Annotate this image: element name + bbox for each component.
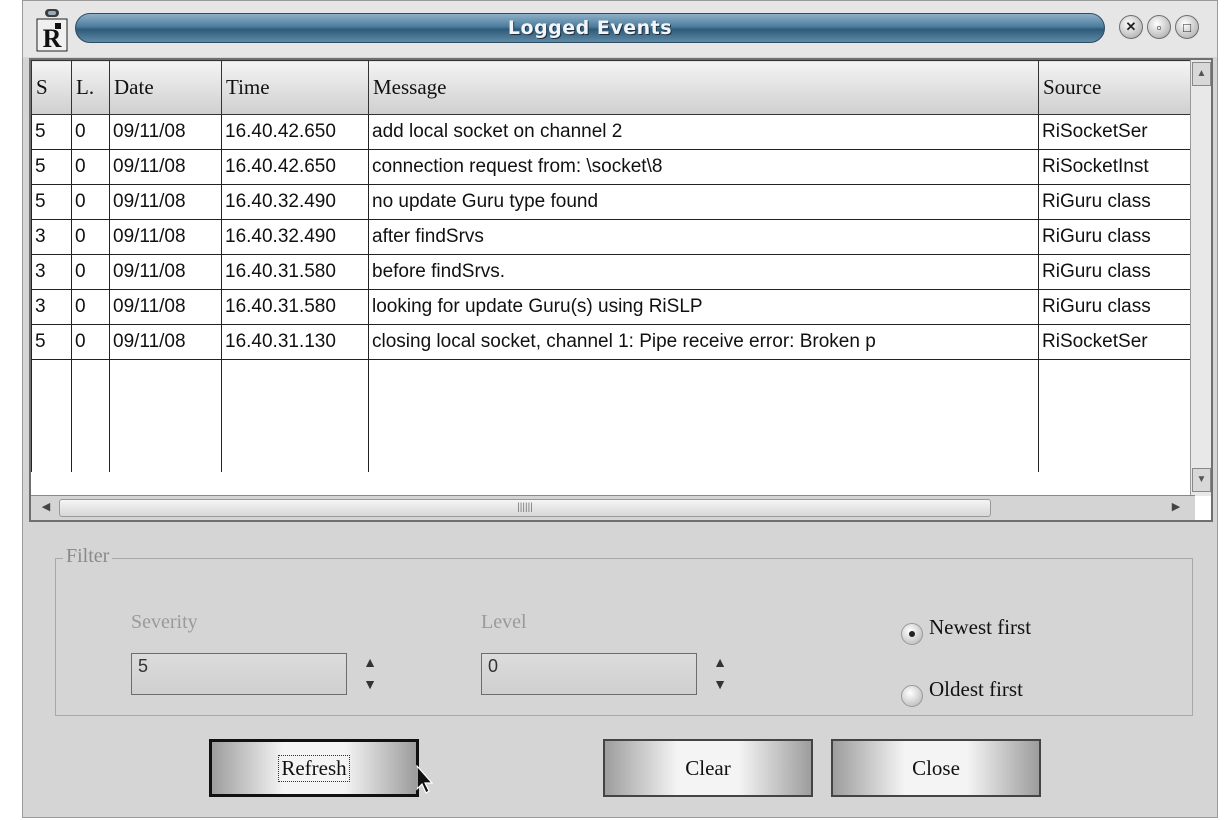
empty-row xyxy=(31,359,1194,472)
table-header-row: S L. Date Time Message Source xyxy=(31,60,1194,115)
cell-message: closing local socket, channel 1: Pipe re… xyxy=(368,324,1039,360)
events-grid[interactable]: S L. Date Time Message Source 5 0 09/11/… xyxy=(29,58,1213,522)
table-row[interactable]: 3 0 09/11/08 16.40.31.580 before findSrv… xyxy=(31,254,1194,290)
cell-severity: 5 xyxy=(31,184,72,220)
table-row[interactable]: 3 0 09/11/08 16.40.31.580 looking for up… xyxy=(31,289,1194,325)
level-input[interactable]: 0 xyxy=(481,653,697,695)
clear-button-label: Clear xyxy=(685,755,731,780)
scroll-down-icon[interactable]: ▼ xyxy=(1192,468,1211,492)
column-header-time[interactable]: Time xyxy=(221,60,369,115)
cell-level: 0 xyxy=(71,324,110,360)
cell-level: 0 xyxy=(71,149,110,185)
horizontal-scrollbar[interactable]: ◀ |||||| ▶ xyxy=(31,495,1195,520)
oldest-first-radio[interactable] xyxy=(901,685,923,707)
cell-date: 09/11/08 xyxy=(109,324,222,360)
spin-up-icon[interactable]: ▲ xyxy=(709,651,731,673)
table-row[interactable]: 5 0 09/11/08 16.40.32.490 no update Guru… xyxy=(31,184,1194,220)
title-pill: Logged Events xyxy=(75,13,1105,43)
cell-level: 0 xyxy=(71,289,110,325)
cell-date: 09/11/08 xyxy=(109,184,222,220)
table-row[interactable]: 5 0 09/11/08 16.40.31.130 closing local … xyxy=(31,324,1194,360)
cell-message: before findSrvs. xyxy=(368,254,1039,290)
newest-first-label[interactable]: Newest first xyxy=(929,615,1031,640)
table-row[interactable]: 5 0 09/11/08 16.40.42.650 add local sock… xyxy=(31,114,1194,150)
cell-severity: 5 xyxy=(31,149,72,185)
filter-legend: Filter xyxy=(63,545,113,568)
cell-severity: 3 xyxy=(31,254,72,290)
table-row[interactable]: 3 0 09/11/08 16.40.32.490 after findSrvs… xyxy=(31,219,1194,255)
refresh-button[interactable]: Refresh xyxy=(209,739,419,797)
cell-source: RiGuru class xyxy=(1038,289,1194,325)
cell-time: 16.40.32.490 xyxy=(221,184,369,220)
horizontal-scroll-thumb[interactable]: |||||| xyxy=(59,499,991,517)
column-header-message[interactable]: Message xyxy=(368,60,1039,115)
logged-events-window: R Logged Events ✕ ▫ □ S L. Date Time Mes… xyxy=(22,0,1218,818)
column-header-level[interactable]: L. xyxy=(71,60,110,115)
cell-source: RiSocketSer xyxy=(1038,324,1194,360)
cell-time: 16.40.31.580 xyxy=(221,254,369,290)
cell-level: 0 xyxy=(71,254,110,290)
clear-button[interactable]: Clear xyxy=(603,739,813,797)
cell-severity: 3 xyxy=(31,219,72,255)
cell-message: add local socket on channel 2 xyxy=(368,114,1039,150)
spin-down-icon[interactable]: ▼ xyxy=(709,673,731,695)
spin-down-icon[interactable]: ▼ xyxy=(359,673,381,695)
cell-source: RiSocketInst xyxy=(1038,149,1194,185)
table-row[interactable]: 5 0 09/11/08 16.40.42.650 connection req… xyxy=(31,149,1194,185)
cell-date: 09/11/08 xyxy=(109,254,222,290)
window-title: Logged Events xyxy=(507,17,673,39)
cell-level: 0 xyxy=(71,219,110,255)
vertical-scrollbar[interactable]: ▲ ▼ xyxy=(1190,60,1211,496)
cell-source: RiGuru class xyxy=(1038,184,1194,220)
minimize-icon[interactable]: ▫ xyxy=(1147,15,1171,39)
cell-date: 09/11/08 xyxy=(109,219,222,255)
cell-date: 09/11/08 xyxy=(109,149,222,185)
newest-first-radio[interactable] xyxy=(901,623,923,645)
level-label: Level xyxy=(481,611,527,633)
cell-date: 09/11/08 xyxy=(109,114,222,150)
cell-time: 16.40.42.650 xyxy=(221,114,369,150)
close-button[interactable]: Close xyxy=(831,739,1041,797)
cell-time: 16.40.42.650 xyxy=(221,149,369,185)
severity-input[interactable]: 5 xyxy=(131,653,347,695)
cell-time: 16.40.31.130 xyxy=(221,324,369,360)
cell-message: no update Guru type found xyxy=(368,184,1039,220)
spin-up-icon[interactable]: ▲ xyxy=(359,651,381,673)
title-bar[interactable]: R Logged Events ✕ ▫ □ xyxy=(23,1,1217,57)
refresh-button-label: Refresh xyxy=(278,754,350,782)
cell-date: 09/11/08 xyxy=(109,289,222,325)
cell-time: 16.40.32.490 xyxy=(221,219,369,255)
maximize-icon[interactable]: □ xyxy=(1175,15,1199,39)
scroll-right-icon[interactable]: ▶ xyxy=(1165,499,1187,515)
events-table: S L. Date Time Message Source 5 0 09/11/… xyxy=(31,60,1194,472)
close-icon[interactable]: ✕ xyxy=(1119,15,1143,39)
column-header-source[interactable]: Source xyxy=(1038,60,1194,115)
cell-message: after findSrvs xyxy=(368,219,1039,255)
oldest-first-label[interactable]: Oldest first xyxy=(929,677,1023,702)
severity-spinner[interactable]: ▲ ▼ xyxy=(359,651,381,697)
cell-message: looking for update Guru(s) using RiSLP xyxy=(368,289,1039,325)
level-spinner[interactable]: ▲ ▼ xyxy=(709,651,731,697)
column-header-date[interactable]: Date xyxy=(109,60,222,115)
cell-source: RiGuru class xyxy=(1038,254,1194,290)
cell-severity: 5 xyxy=(31,114,72,150)
cell-level: 0 xyxy=(71,114,110,150)
mouse-cursor-icon xyxy=(416,765,434,794)
scroll-left-icon[interactable]: ◀ xyxy=(35,499,57,515)
column-header-severity[interactable]: S xyxy=(31,60,72,115)
scroll-up-icon[interactable]: ▲ xyxy=(1192,62,1211,86)
app-icon: R xyxy=(36,9,68,53)
cell-severity: 5 xyxy=(31,324,72,360)
cell-source: RiSocketSer xyxy=(1038,114,1194,150)
cell-source: RiGuru class xyxy=(1038,219,1194,255)
severity-label: Severity xyxy=(131,611,198,633)
close-button-label: Close xyxy=(912,755,960,780)
cell-time: 16.40.31.580 xyxy=(221,289,369,325)
cell-severity: 3 xyxy=(31,289,72,325)
cell-message: connection request from: \socket\8 xyxy=(368,149,1039,185)
cell-level: 0 xyxy=(71,184,110,220)
